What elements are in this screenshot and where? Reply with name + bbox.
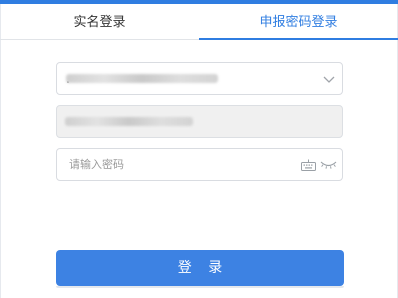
tab-declaration-password-login[interactable]: 申报密码登录	[199, 4, 398, 40]
keyboard-icon[interactable]	[301, 159, 316, 171]
identity-field	[56, 105, 343, 138]
login-tabs: 实名登录 申报密码登录	[0, 4, 398, 40]
chevron-down-icon[interactable]	[322, 72, 336, 86]
login-button-label: 登 录	[177, 260, 229, 276]
identity-field-value-redacted	[65, 117, 193, 126]
button-shadow	[56, 286, 344, 288]
tab-real-name-login[interactable]: 实名登录	[0, 4, 199, 40]
password-field[interactable]	[56, 148, 343, 181]
password-input[interactable]	[57, 149, 287, 180]
active-tab-indicator	[199, 38, 398, 40]
account-select[interactable]	[56, 62, 343, 95]
panel-border-left	[0, 4, 1, 298]
tab-divider	[0, 39, 199, 40]
account-select-value-redacted	[66, 74, 218, 83]
eye-closed-icon[interactable]	[320, 160, 337, 170]
login-button[interactable]: 登 录	[56, 250, 344, 286]
